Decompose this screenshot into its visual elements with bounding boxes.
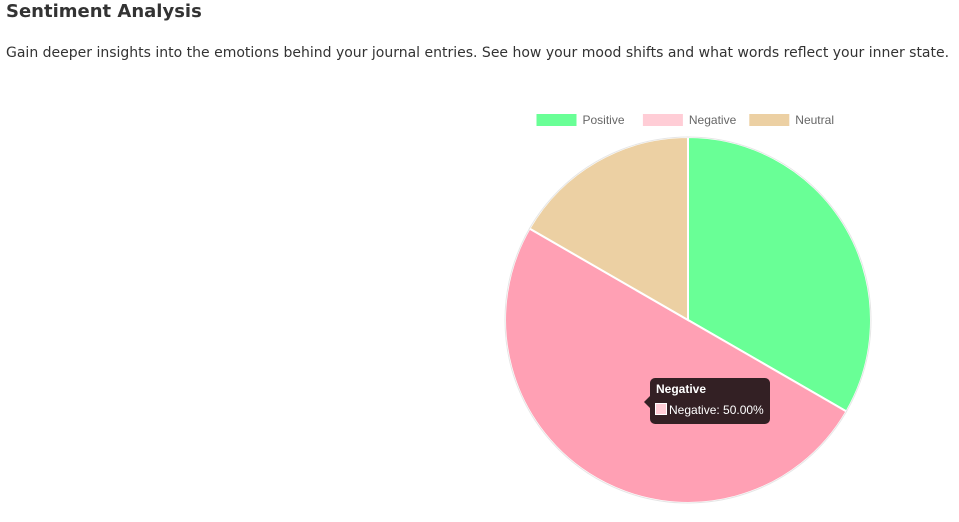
legend-swatch-positive[interactable] <box>536 114 577 126</box>
tooltip-title: Negative <box>656 382 707 396</box>
chart-legend[interactable]: Positive Negative Neutral <box>536 113 834 127</box>
legend-label-negative[interactable]: Negative <box>689 113 737 127</box>
pie-slices[interactable] <box>504 135 872 504</box>
legend-swatch-neutral[interactable] <box>749 114 790 126</box>
tooltip-label: Negative: 50.00% <box>669 403 764 417</box>
sentiment-pie-chart[interactable]: Positive Negative Neutral <box>0 0 959 522</box>
legend-label-positive[interactable]: Positive <box>583 113 625 127</box>
legend-label-neutral[interactable]: Neutral <box>795 113 834 127</box>
legend-swatch-negative[interactable] <box>642 114 683 126</box>
tooltip-color-swatch <box>655 403 667 415</box>
chart-tooltip: Negative Negative: 50.00% <box>650 378 770 424</box>
